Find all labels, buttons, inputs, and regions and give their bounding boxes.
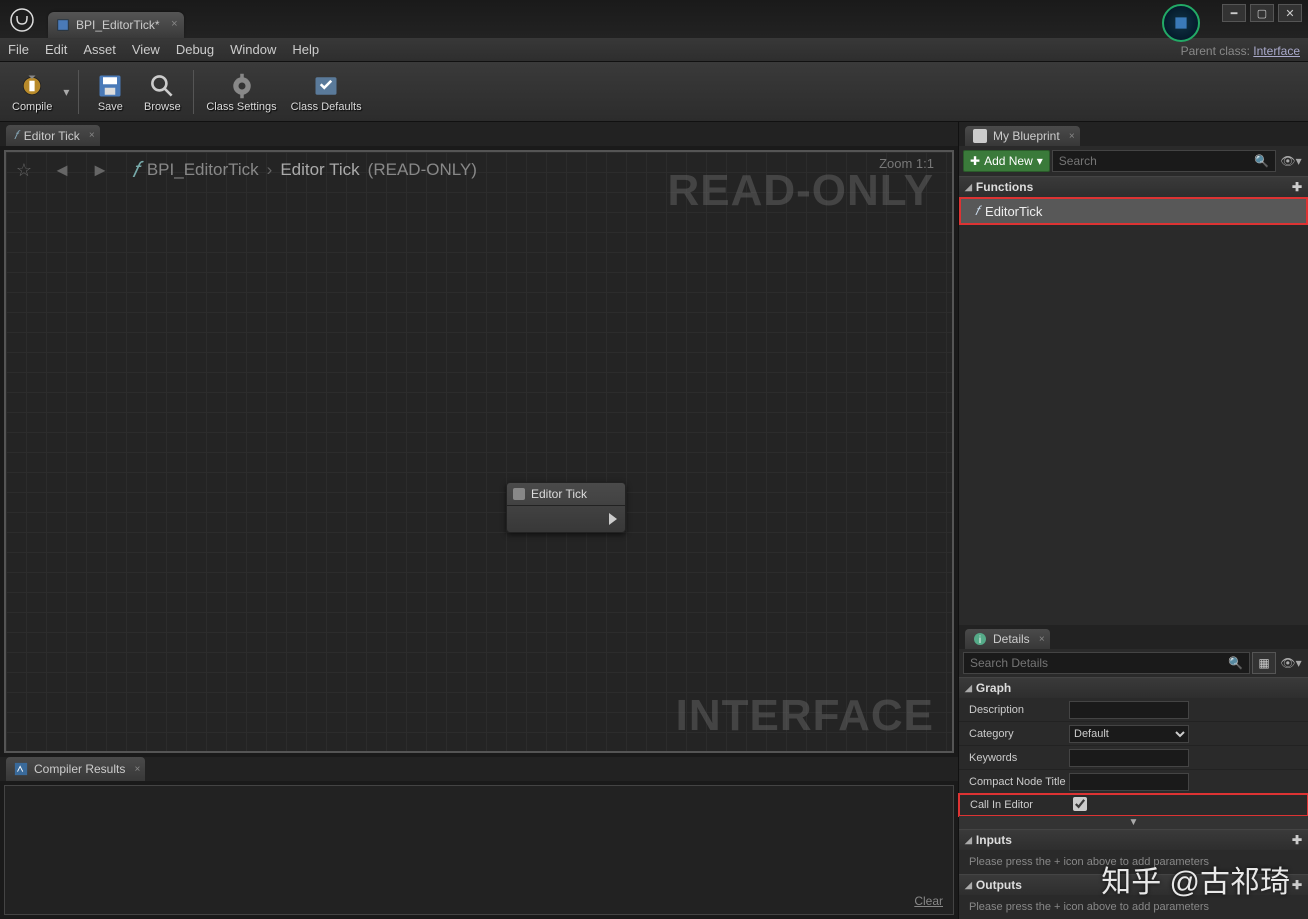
prop-description-input[interactable] — [1069, 701, 1189, 719]
parent-class-label: Parent class: Interface — [1181, 44, 1300, 58]
gear-icon — [227, 71, 257, 101]
functions-header[interactable]: ◢ Functions ✚ — [959, 176, 1308, 197]
graph-section-header[interactable]: ◢ Graph — [959, 677, 1308, 698]
browse-icon — [147, 71, 177, 101]
svg-text:i: i — [979, 635, 981, 646]
breadcrumb-current: Editor Tick — [280, 160, 359, 180]
save-icon — [95, 71, 125, 101]
view-options-button[interactable]: 👁▾ — [1278, 150, 1304, 172]
prop-category-select[interactable]: Default — [1069, 725, 1189, 743]
prop-keywords-label: Keywords — [959, 752, 1069, 764]
browse-button[interactable]: Browse — [137, 65, 187, 119]
defaults-icon — [311, 71, 341, 101]
blueprint-search[interactable]: 🔍 — [1052, 150, 1276, 172]
close-icon[interactable]: × — [1069, 131, 1075, 142]
favorite-icon[interactable]: ☆ — [10, 158, 38, 182]
collapse-icon: ◢ — [965, 182, 972, 193]
prop-description-label: Description — [959, 704, 1069, 716]
node-icon — [513, 488, 525, 500]
add-input-button[interactable]: ✚ — [1292, 833, 1302, 847]
graph-tab[interactable]: 𝑓 Editor Tick × — [6, 125, 100, 146]
compiler-results-tab[interactable]: Compiler Results × — [6, 757, 145, 781]
minimize-button[interactable]: ━ — [1222, 4, 1246, 22]
search-icon: 🔍 — [1228, 656, 1243, 670]
function-icon: 𝑓 — [14, 128, 18, 143]
save-button[interactable]: Save — [85, 65, 135, 119]
prop-call-editor-checkbox[interactable] — [1073, 797, 1087, 811]
menu-view[interactable]: View — [132, 42, 160, 57]
watermark-readonly: READ-ONLY — [667, 166, 934, 216]
search-icon: 🔍 — [1254, 154, 1269, 168]
compile-icon — [17, 71, 47, 101]
add-output-button[interactable]: ✚ — [1292, 878, 1302, 892]
window-tab[interactable]: BPI_EditorTick* × — [48, 12, 184, 38]
clear-button[interactable]: Clear — [914, 894, 943, 908]
ue-logo-icon[interactable] — [4, 2, 40, 38]
details-search-input[interactable] — [970, 656, 1228, 670]
parent-class-link[interactable]: Interface — [1253, 44, 1300, 58]
add-function-button[interactable]: ✚ — [1292, 180, 1302, 194]
collapse-icon: ◢ — [965, 683, 972, 694]
function-item-editortick[interactable]: 𝑓 EditorTick — [961, 199, 1306, 223]
node-title: Editor Tick — [531, 487, 587, 501]
credit-watermark: 知乎 @古祁琦 — [1101, 857, 1290, 901]
close-button[interactable]: ✕ — [1278, 4, 1302, 22]
my-blueprint-tab[interactable]: My Blueprint × — [965, 126, 1080, 146]
close-icon[interactable]: × — [135, 764, 141, 775]
prop-compact-input[interactable] — [1069, 773, 1189, 791]
menu-window[interactable]: Window — [230, 42, 276, 57]
matrix-view-button[interactable]: ▦ — [1252, 652, 1276, 674]
details-tab[interactable]: i Details × — [965, 629, 1050, 649]
prop-keywords-input[interactable] — [1069, 749, 1189, 767]
blueprint-icon — [973, 129, 987, 143]
close-icon[interactable]: × — [1039, 634, 1045, 645]
compiler-results-panel: Clear — [4, 785, 954, 915]
status-badge — [1162, 4, 1200, 42]
chevron-right-icon: › — [267, 160, 273, 180]
collapse-icon: ◢ — [965, 880, 972, 891]
details-search[interactable]: 🔍 — [963, 652, 1250, 674]
zoom-label: Zoom 1:1 — [879, 156, 934, 171]
inputs-section-header[interactable]: ◢ Inputs ✚ — [959, 829, 1308, 850]
class-settings-button[interactable]: Class Settings — [200, 65, 282, 119]
close-icon[interactable]: × — [171, 18, 177, 30]
breadcrumb-root[interactable]: BPI_EditorTick — [147, 160, 259, 180]
compile-button[interactable]: Compile — [6, 65, 58, 119]
compile-dropdown[interactable]: ▾ — [60, 65, 72, 119]
exec-pin-icon[interactable] — [609, 513, 617, 525]
window-tab-title: BPI_EditorTick* — [76, 18, 160, 32]
menu-file[interactable]: File — [8, 42, 29, 57]
plus-icon: ✚ — [970, 154, 980, 168]
menu-edit[interactable]: Edit — [45, 42, 67, 57]
watermark-interface: INTERFACE — [676, 691, 934, 741]
prop-call-editor-label: Call In Editor — [960, 799, 1070, 811]
nav-back-icon[interactable]: ◄ — [48, 158, 76, 182]
search-input[interactable] — [1059, 154, 1250, 168]
class-defaults-button[interactable]: Class Defaults — [285, 65, 368, 119]
prop-category-label: Category — [959, 728, 1069, 740]
menu-debug[interactable]: Debug — [176, 42, 214, 57]
maximize-button[interactable]: ▢ — [1250, 4, 1274, 22]
add-new-button[interactable]: ✚ Add New ▾ — [963, 150, 1050, 172]
graph-canvas[interactable]: ☆ ◄ ► 𝑓 BPI_EditorTick › Editor Tick (RE… — [4, 150, 954, 753]
info-icon: i — [973, 632, 987, 646]
close-icon[interactable]: × — [89, 130, 95, 141]
function-icon: 𝑓 — [132, 157, 139, 183]
view-options-button[interactable]: 👁▾ — [1278, 652, 1304, 674]
nav-forward-icon[interactable]: ► — [86, 158, 114, 182]
menu-help[interactable]: Help — [292, 42, 319, 57]
graph-node[interactable]: Editor Tick — [506, 482, 626, 533]
collapse-icon: ◢ — [965, 835, 972, 846]
function-icon: 𝑓 — [975, 203, 979, 219]
expand-advanced-button[interactable]: ▼ — [959, 816, 1308, 829]
menu-asset[interactable]: Asset — [83, 42, 116, 57]
compiler-icon — [14, 762, 28, 776]
chevron-down-icon: ▾ — [1037, 154, 1043, 168]
readonly-badge: (READ-ONLY) — [368, 160, 477, 180]
prop-compact-label: Compact Node Title — [959, 776, 1069, 788]
blueprint-icon — [56, 18, 70, 32]
